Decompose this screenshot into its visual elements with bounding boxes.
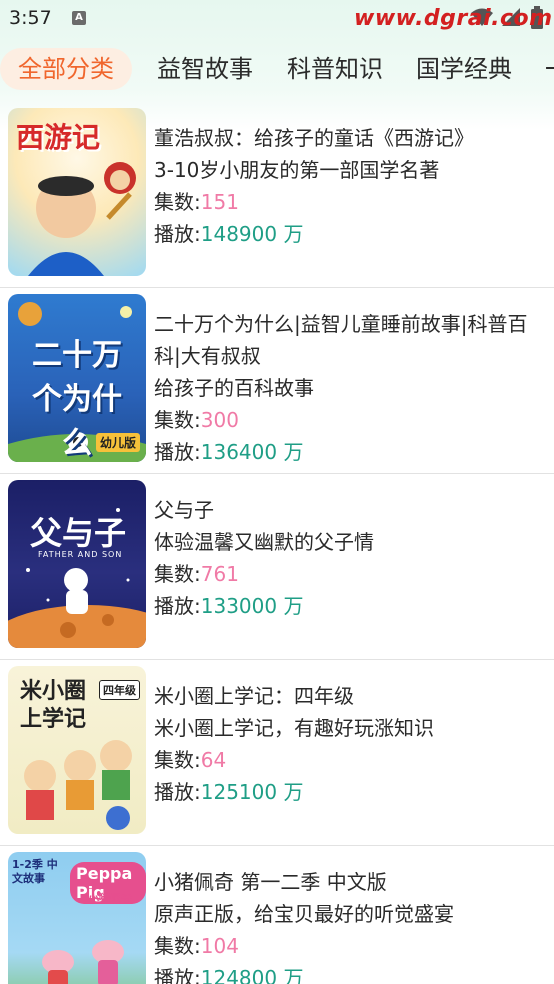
item-count: 集数:64 — [154, 744, 552, 776]
cover-title: 西游记 — [16, 121, 101, 154]
play-unit: 万 — [277, 780, 304, 804]
status-bar: 3:57 A www.dgrai.com — [0, 0, 554, 38]
list-item[interactable]: 1-2季 中文故事 Peppa Pig 小猪佩奇 小猪佩奇 第一二季 中文版 原… — [0, 846, 554, 984]
tab-science[interactable]: 科普知识 — [287, 48, 383, 90]
item-count: 集数:104 — [154, 930, 552, 962]
item-subtitle: 3-10岁小朋友的第一部国学名著 — [154, 158, 440, 182]
cover-title: 父与子 — [30, 514, 127, 552]
count-value: 64 — [200, 748, 227, 772]
item-subtitle: 原声正版，给宝贝最好的听觉盛宴 — [154, 902, 454, 926]
item-count: 集数:300 — [154, 404, 552, 436]
count-label: 集数: — [154, 562, 201, 586]
tab-more[interactable]: 一 — [545, 48, 554, 90]
count-value: 151 — [200, 190, 239, 214]
play-unit: 万 — [277, 966, 304, 984]
cover-subtitle: 小猪佩奇 — [88, 892, 132, 905]
cover-badge: 幼儿版 — [95, 433, 140, 452]
item-count: 集数:151 — [154, 186, 552, 218]
tab-all[interactable]: 全部分类 — [0, 48, 132, 90]
album-cover[interactable]: 西游记 — [8, 108, 146, 276]
play-value: 125100 — [200, 780, 278, 804]
count-label: 集数: — [154, 408, 201, 432]
cover-badge: 四年级 — [99, 680, 140, 700]
play-unit: 万 — [277, 222, 304, 246]
item-count: 集数:761 — [154, 558, 552, 590]
item-subtitle: 体验温馨又幽默的父子情 — [154, 530, 374, 554]
count-label: 集数: — [154, 190, 201, 214]
item-plays: 播放:136400 万 — [154, 436, 552, 468]
album-cover[interactable]: 1-2季 中文故事 Peppa Pig 小猪佩奇 — [8, 852, 146, 984]
app-screen: 3:57 A www.dgrai.com 全部分类 益智故事 科普知识 国学经典… — [0, 0, 554, 984]
item-title: 米小圈上学记：四年级 — [154, 684, 354, 708]
category-tabs: 全部分类 益智故事 科普知识 国学经典 一 — [0, 44, 554, 94]
item-subtitle: 给孩子的百科故事 — [154, 376, 314, 400]
album-cover[interactable]: 父与子 FATHER AND SON — [8, 480, 146, 648]
count-label: 集数: — [154, 748, 201, 772]
play-label: 播放: — [154, 966, 201, 984]
play-unit: 万 — [277, 440, 304, 464]
tab-classics[interactable]: 国学经典 — [416, 48, 512, 90]
tab-puzzle-stories[interactable]: 益智故事 — [157, 48, 253, 90]
play-value: 124800 — [200, 966, 278, 984]
play-label: 播放: — [154, 780, 201, 804]
play-label: 播放: — [154, 440, 201, 464]
count-value: 104 — [200, 934, 239, 958]
count-value: 300 — [200, 408, 239, 432]
item-title: 董浩叔叔：给孩子的童话《西游记》 — [154, 126, 474, 150]
item-info: 米小圈上学记：四年级 米小圈上学记，有趣好玩涨知识 集数:64 播放:12510… — [154, 680, 552, 808]
item-plays: 播放:133000 万 — [154, 590, 552, 622]
list-item[interactable]: 二十万个为什么 幼儿版 二十万个为什么|益智儿童睡前故事|科普百科|大有叔叔 给… — [0, 288, 554, 474]
cover-subtitle: FATHER AND SON — [38, 550, 123, 559]
item-info: 父与子 体验温馨又幽默的父子情 集数:761 播放:133000 万 — [154, 494, 552, 622]
item-title: 二十万个为什么|益智儿童睡前故事|科普百科|大有叔叔 — [154, 312, 528, 368]
item-subtitle: 米小圈上学记，有趣好玩涨知识 — [154, 716, 434, 740]
album-cover[interactable]: 二十万个为什么 幼儿版 — [8, 294, 146, 462]
item-plays: 播放:124800 万 — [154, 962, 552, 984]
play-value: 148900 — [200, 222, 278, 246]
play-unit: 万 — [277, 594, 304, 618]
list-item[interactable]: 西游记 董浩叔叔：给孩子的童话《西游记》 3-10岁小朋友的第一部国学名著 集数… — [0, 102, 554, 288]
item-info: 董浩叔叔：给孩子的童话《西游记》 3-10岁小朋友的第一部国学名著 集数:151… — [154, 122, 552, 250]
status-time: 3:57 — [9, 7, 52, 29]
play-label: 播放: — [154, 222, 201, 246]
play-value: 133000 — [200, 594, 278, 618]
album-cover[interactable]: 米小圈上学记 四年级 — [8, 666, 146, 834]
play-label: 播放: — [154, 594, 201, 618]
a-notification-icon: A — [72, 11, 86, 25]
count-value: 761 — [200, 562, 239, 586]
item-info: 小猪佩奇 第一二季 中文版 原声正版，给宝贝最好的听觉盛宴 集数:104 播放:… — [154, 866, 552, 984]
cover-badge: 1-2季 中文故事 — [12, 858, 58, 885]
list-item[interactable]: 父与子 FATHER AND SON 父与子 体验温馨又幽默的父子情 集数:76… — [0, 474, 554, 660]
item-plays: 播放:125100 万 — [154, 776, 552, 808]
cover-title: 米小圈上学记 — [20, 679, 87, 732]
item-plays: 播放:148900 万 — [154, 218, 552, 250]
item-title: 父与子 — [154, 498, 214, 522]
watermark: www.dgrai.com — [354, 6, 553, 31]
count-label: 集数: — [154, 934, 201, 958]
list-item[interactable]: 米小圈上学记 四年级 米小圈上学记：四年级 米小圈上学记，有趣好玩涨知识 集数:… — [0, 660, 554, 846]
item-title: 小猪佩奇 第一二季 中文版 — [154, 870, 387, 894]
play-value: 136400 — [200, 440, 278, 464]
cover-art — [8, 508, 146, 648]
item-info: 二十万个为什么|益智儿童睡前故事|科普百科|大有叔叔 给孩子的百科故事 集数:3… — [154, 308, 552, 468]
